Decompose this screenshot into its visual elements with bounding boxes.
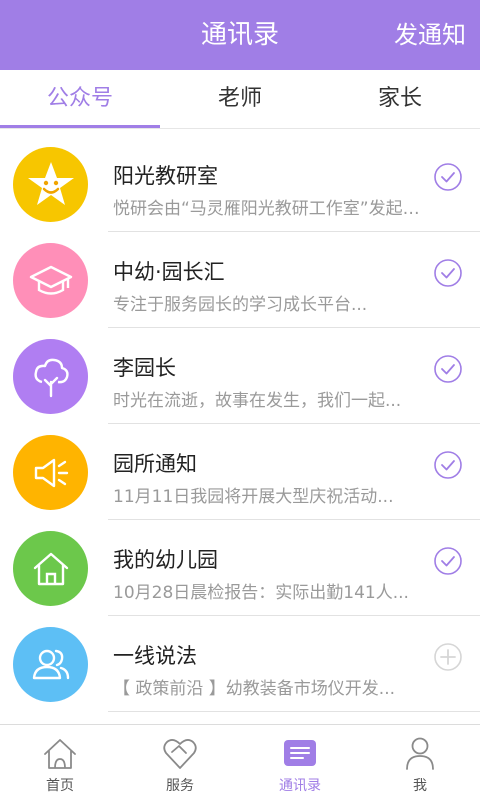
nav-label: 通讯录 <box>279 778 321 794</box>
list-item[interactable]: 一线说法 【 政策前沿 】幼教装备市场仪开发... <box>0 616 480 712</box>
add-plus-icon[interactable] <box>433 642 463 672</box>
home-icon <box>33 552 68 585</box>
nav-label: 我 <box>413 778 427 794</box>
account-title: 一线说法 <box>113 644 197 668</box>
nav-contacts[interactable]: 通讯录 <box>240 725 360 801</box>
account-subtitle: 11月11日我园将开展大型庆祝活动... <box>113 487 394 507</box>
row-divider <box>108 711 480 712</box>
list-item[interactable]: 我的幼儿园 10月28日晨检报告：实际出勤141人... <box>0 520 480 616</box>
account-title: 李园长 <box>113 356 176 380</box>
list-item[interactable]: 李园长 时光在流逝，故事在发生，我们一起... <box>0 328 480 424</box>
subscribed-check-icon[interactable] <box>433 162 463 192</box>
account-title: 中幼·园长汇 <box>113 260 225 284</box>
account-title: 园所通知 <box>113 452 197 476</box>
avatar <box>13 339 88 414</box>
account-subtitle: 10月28日晨检报告：实际出勤141人... <box>113 583 409 603</box>
subscribed-check-icon[interactable] <box>433 450 463 480</box>
account-subtitle: 时光在流逝，故事在发生，我们一起... <box>113 391 402 411</box>
tab-official-accounts[interactable]: 公众号 <box>0 70 160 128</box>
nav-me[interactable]: 我 <box>360 725 480 801</box>
nav-label: 首页 <box>46 778 74 794</box>
tab-bar: 公众号 老师 家长 <box>0 70 480 129</box>
avatar <box>13 531 88 606</box>
megaphone-icon <box>34 458 68 487</box>
account-title: 我的幼儿园 <box>113 548 218 572</box>
account-subtitle: 悦研会由“马灵雁阳光教研工作室”发起成立 <box>113 199 423 219</box>
app-header: 通讯录 发通知 <box>0 0 480 70</box>
person-icon <box>406 737 434 770</box>
account-subtitle: 专注于服务园长的学习成长平台... <box>113 295 368 315</box>
tab-teachers[interactable]: 老师 <box>160 70 320 128</box>
account-title: 阳光教研室 <box>113 164 218 188</box>
tab-parents[interactable]: 家长 <box>320 70 480 128</box>
contacts-icon <box>284 740 316 766</box>
nav-services[interactable]: 服务 <box>120 725 240 801</box>
account-subtitle: 【 政策前沿 】幼教装备市场仪开发... <box>113 679 396 699</box>
nav-home[interactable]: 首页 <box>0 725 120 801</box>
heart-hands-icon <box>163 739 197 769</box>
bottom-navigation: 首页 服务 通讯录 我 <box>0 724 480 801</box>
active-tab-indicator <box>0 125 160 128</box>
graduation-cap-icon <box>29 265 72 295</box>
star-face-icon <box>27 161 74 205</box>
subscribed-check-icon[interactable] <box>433 258 463 288</box>
avatar <box>13 147 88 222</box>
nav-label: 服务 <box>166 778 194 794</box>
list-item[interactable]: 阳光教研室 悦研会由“马灵雁阳光教研工作室”发起成立 <box>0 136 480 232</box>
list-item[interactable]: 园所通知 11月11日我园将开展大型庆祝活动... <box>0 424 480 520</box>
list-item[interactable]: 中幼·园长汇 专注于服务园长的学习成长平台... <box>0 232 480 328</box>
subscribed-check-icon[interactable] <box>433 546 463 576</box>
avatar <box>13 243 88 318</box>
home-outline-icon <box>44 739 76 769</box>
send-notice-button[interactable]: 发通知 <box>394 0 466 70</box>
people-icon <box>32 649 69 679</box>
avatar <box>13 627 88 702</box>
avatar <box>13 435 88 510</box>
tree-icon <box>33 358 69 397</box>
subscribed-check-icon[interactable] <box>433 354 463 384</box>
